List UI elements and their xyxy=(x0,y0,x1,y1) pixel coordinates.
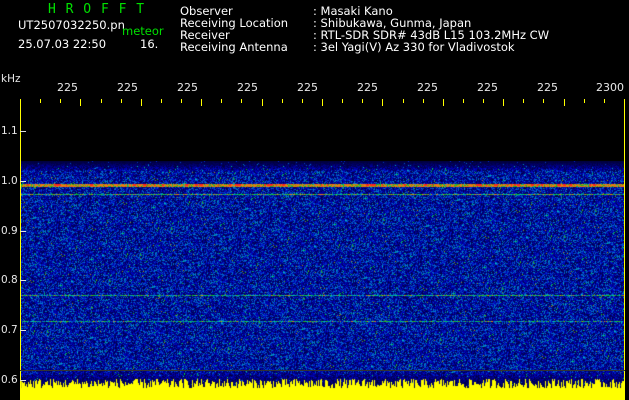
x-tick-label: 225 xyxy=(117,81,138,94)
y-tick-mark xyxy=(20,280,26,281)
x-tick-label: 225 xyxy=(237,81,258,94)
x-tick-label: 225 xyxy=(297,81,318,94)
waterfall-plot xyxy=(20,99,625,399)
x-tick-mark xyxy=(543,99,544,103)
x-tick-mark xyxy=(322,99,323,106)
x-tick-mark xyxy=(141,99,142,106)
x-tick-mark xyxy=(483,99,484,103)
mode-label: meteor xyxy=(122,24,164,38)
x-tick-mark xyxy=(161,99,162,103)
x-tick-mark xyxy=(282,99,283,103)
y-tick-label: 0.6 xyxy=(1,374,18,386)
x-tick-mark xyxy=(503,99,504,106)
y-tick-mark xyxy=(20,181,26,182)
y-tick-label: 0.9 xyxy=(1,225,18,237)
y-tick-mark xyxy=(20,131,26,132)
antenna-value: : 3el Yagi(V) Az 330 for Vladivostok xyxy=(313,40,515,54)
x-tick-mark xyxy=(262,99,263,106)
timestamp-label: 25.07.03 22:50 xyxy=(18,37,107,51)
y-unit-label: kHz xyxy=(1,73,21,85)
x-tick-label: 225 xyxy=(357,81,378,94)
x-tick-mark xyxy=(362,99,363,103)
x-tick-mark xyxy=(20,99,21,106)
x-tick-mark xyxy=(342,99,343,103)
x-tick-mark xyxy=(523,99,524,103)
x-tick-label: 225 xyxy=(417,81,438,94)
signal-level-bars xyxy=(20,378,625,400)
y-tick-label: 1.0 xyxy=(1,175,18,187)
plot-right-border xyxy=(624,99,625,400)
x-tick-mark xyxy=(221,99,222,103)
y-tick-label: 0.7 xyxy=(1,324,18,336)
x-tick-mark xyxy=(80,99,81,106)
x-tick-mark xyxy=(181,99,182,103)
baseline-line xyxy=(20,370,625,371)
x-tick-mark xyxy=(443,99,444,106)
index-label: 16. xyxy=(140,37,159,51)
plot-left-border xyxy=(20,99,21,400)
x-tick-mark xyxy=(463,99,464,103)
x-tick-mark xyxy=(624,99,625,106)
x-tick-label: 225 xyxy=(477,81,498,94)
x-tick-mark xyxy=(584,99,585,103)
x-tick-mark xyxy=(241,99,242,103)
x-tick-mark xyxy=(382,99,383,106)
x-tick-mark xyxy=(101,99,102,103)
y-tick-label: 1.1 xyxy=(1,125,18,137)
x-tick-label: 225 xyxy=(537,81,558,94)
x-tick-mark xyxy=(201,99,202,106)
x-tick-mark xyxy=(40,99,41,103)
y-tick-mark xyxy=(20,330,26,331)
waterfall-spectrogram xyxy=(20,161,625,390)
filename-label: UT2507032250.pn xyxy=(18,18,125,32)
x-tick-mark xyxy=(604,99,605,103)
x-tick-mark xyxy=(121,99,122,103)
x-tick-mark xyxy=(423,99,424,103)
x-tick-label: 225 xyxy=(57,81,78,94)
x-tick-label: 2300 xyxy=(596,81,624,94)
x-tick-mark xyxy=(60,99,61,103)
x-tick-label: 225 xyxy=(177,81,198,94)
app-brand: H R O F F T xyxy=(48,2,146,17)
antenna-label: Receiving Antenna xyxy=(180,40,288,54)
y-tick-mark xyxy=(20,231,26,232)
y-tick-label: 0.8 xyxy=(1,274,18,286)
x-tick-mark xyxy=(564,99,565,106)
x-tick-mark xyxy=(302,99,303,103)
x-tick-mark xyxy=(403,99,404,103)
